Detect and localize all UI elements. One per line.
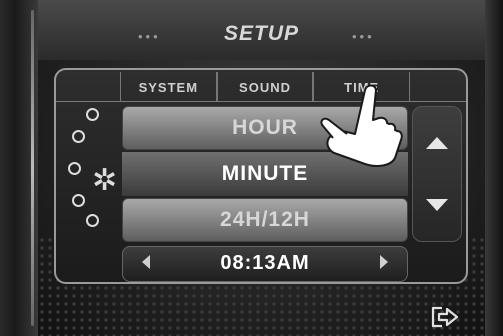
menu-item-24h-12h[interactable]: 24H/12H [122,198,408,242]
time-adjust-bar: 08:13AM [122,246,408,282]
device-bezel-right [485,0,503,336]
tab-sound[interactable]: SOUND [216,72,314,102]
ring-dot [86,108,99,121]
exit-arrow-icon[interactable] [430,304,460,330]
scroll-down-button[interactable] [413,175,461,235]
triangle-down-icon [426,199,448,211]
chevron-right-icon [380,255,388,269]
hand-pointer-icon [320,84,403,167]
ring-dot [72,130,85,143]
display-screen: ••• SETUP ••• SYSTEM SOUND TIME ✲ HOUR M… [38,0,485,336]
tab-system[interactable]: SYSTEM [120,72,217,102]
ring-dot [72,194,85,207]
page-dots-right: ••• [352,29,375,44]
current-time-value: 08:13AM [220,252,310,274]
ring-dot [86,214,99,227]
gear-icon: ✲ [92,164,118,197]
device-bezel-left [0,0,38,336]
ring-dot [68,162,81,175]
page-title: SETUP [223,22,299,45]
triangle-up-icon [426,137,448,149]
time-increase-button[interactable] [379,254,389,275]
settings-indicator: ✲ [56,104,120,244]
